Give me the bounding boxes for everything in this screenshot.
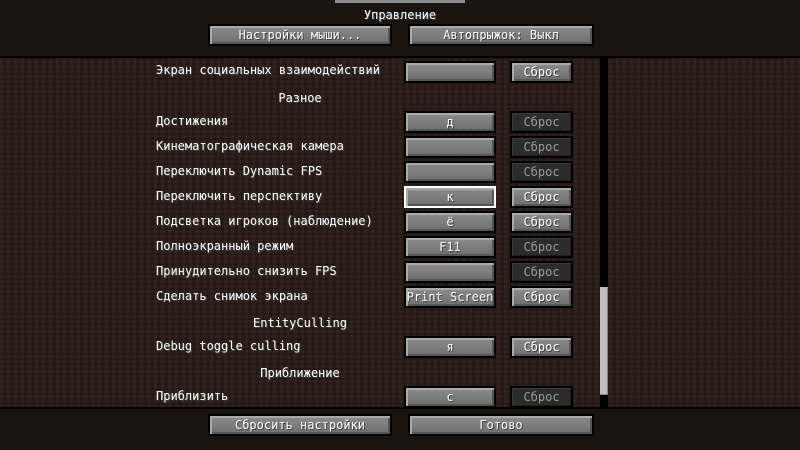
keybind-button-fullscreen[interactable]: F11 xyxy=(404,236,496,258)
keybind-button-screenshot[interactable]: Print Screen xyxy=(404,286,496,308)
keybind-label-zoom: Приблизить xyxy=(156,389,229,403)
keybind-label-force-low-fps: Принудительно снизить FPS xyxy=(156,264,337,278)
reset-button-debug-culling[interactable]: Сброс xyxy=(510,336,573,358)
keybind-label-fullscreen: Полноэкранный режим xyxy=(156,239,294,253)
reset-button-force-low-fps: Сброс xyxy=(510,261,573,283)
reset-button-advancements: Сброс xyxy=(510,111,573,133)
scrollbar-track[interactable] xyxy=(600,58,608,407)
keybind-button-dynamic-fps[interactable] xyxy=(404,161,496,183)
header-bar: Управление Настройки мыши... Автопрыжок:… xyxy=(0,0,800,56)
reset-all-button[interactable]: Сбросить настройки xyxy=(208,414,392,436)
keybind-label-cinematic-camera: Кинематографическая камера xyxy=(156,139,344,153)
reset-button-toggle-perspective[interactable]: Сброс xyxy=(510,186,573,208)
reset-button-social[interactable]: Сброс xyxy=(510,61,573,83)
reset-button-highlight-players[interactable]: Сброс xyxy=(510,211,573,233)
page-title: Управление xyxy=(363,8,437,22)
section-header-misc: Разное xyxy=(278,91,322,105)
section-header-entityculling: EntityCulling xyxy=(253,316,347,330)
keybind-label-advancements: Достижения xyxy=(156,114,229,128)
done-button[interactable]: Готово xyxy=(408,414,594,436)
keybind-label-screenshot: Сделать снимок экрана xyxy=(156,289,308,303)
keybind-button-cinematic-camera[interactable] xyxy=(404,136,496,158)
keybind-label-highlight-players: Подсветка игроков (наблюдение) xyxy=(156,214,373,228)
keybind-button-toggle-perspective[interactable]: к xyxy=(404,186,496,208)
reset-button-fullscreen: Сброс xyxy=(510,236,573,258)
keybind-button-force-low-fps[interactable] xyxy=(404,261,496,283)
keybind-label-toggle-perspective: Переключить перспективу xyxy=(156,189,323,203)
reset-button-zoom: Сброс xyxy=(510,386,573,408)
footer-bar: Сбросить настройки Готово xyxy=(0,409,800,450)
reset-button-cinematic-camera: Сброс xyxy=(510,136,573,158)
mouse-settings-button[interactable]: Настройки мыши... xyxy=(208,24,392,46)
keybind-label-dynamic-fps: Переключить Dynamic FPS xyxy=(156,164,323,178)
keybind-button-zoom[interactable]: с xyxy=(404,386,496,408)
keybind-label-debug-culling: Debug toggle culling xyxy=(156,339,301,353)
tab-indicator xyxy=(335,0,465,3)
keybind-button-highlight-players[interactable]: ё xyxy=(404,211,496,233)
section-header-zoom: Приближение xyxy=(260,366,340,380)
keybind-button-advancements[interactable]: д xyxy=(404,111,496,133)
keybind-label-social: Экран социальных взаимодействий xyxy=(156,63,380,77)
keybind-button-social[interactable] xyxy=(404,61,496,83)
autojump-toggle-button[interactable]: Автопрыжок: Выкл xyxy=(408,24,594,46)
scrollbar-thumb[interactable] xyxy=(600,287,608,395)
reset-button-screenshot[interactable]: Сброс xyxy=(510,286,573,308)
header-divider xyxy=(0,56,800,58)
keybind-button-debug-culling[interactable]: я xyxy=(404,336,496,358)
reset-button-dynamic-fps: Сброс xyxy=(510,161,573,183)
